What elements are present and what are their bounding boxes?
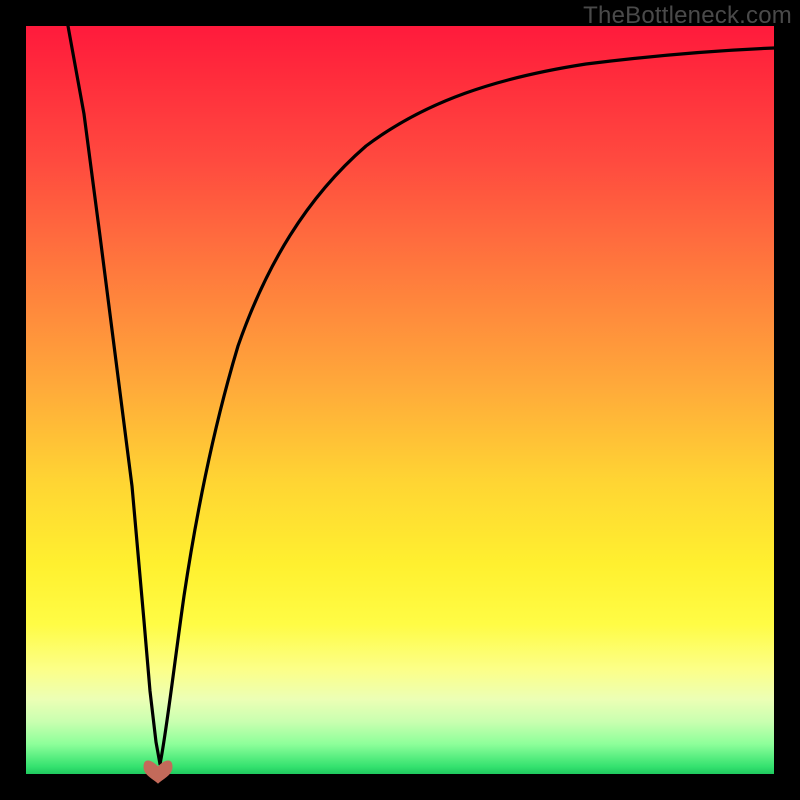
curve-left-branch: [68, 26, 160, 764]
chart-frame: TheBottleneck.com: [0, 0, 800, 800]
curve-right-branch: [160, 48, 774, 764]
bottleneck-curve: [26, 26, 774, 774]
watermark-text: TheBottleneck.com: [583, 2, 792, 30]
minimum-marker: [144, 761, 172, 783]
plot-area: [26, 26, 774, 774]
